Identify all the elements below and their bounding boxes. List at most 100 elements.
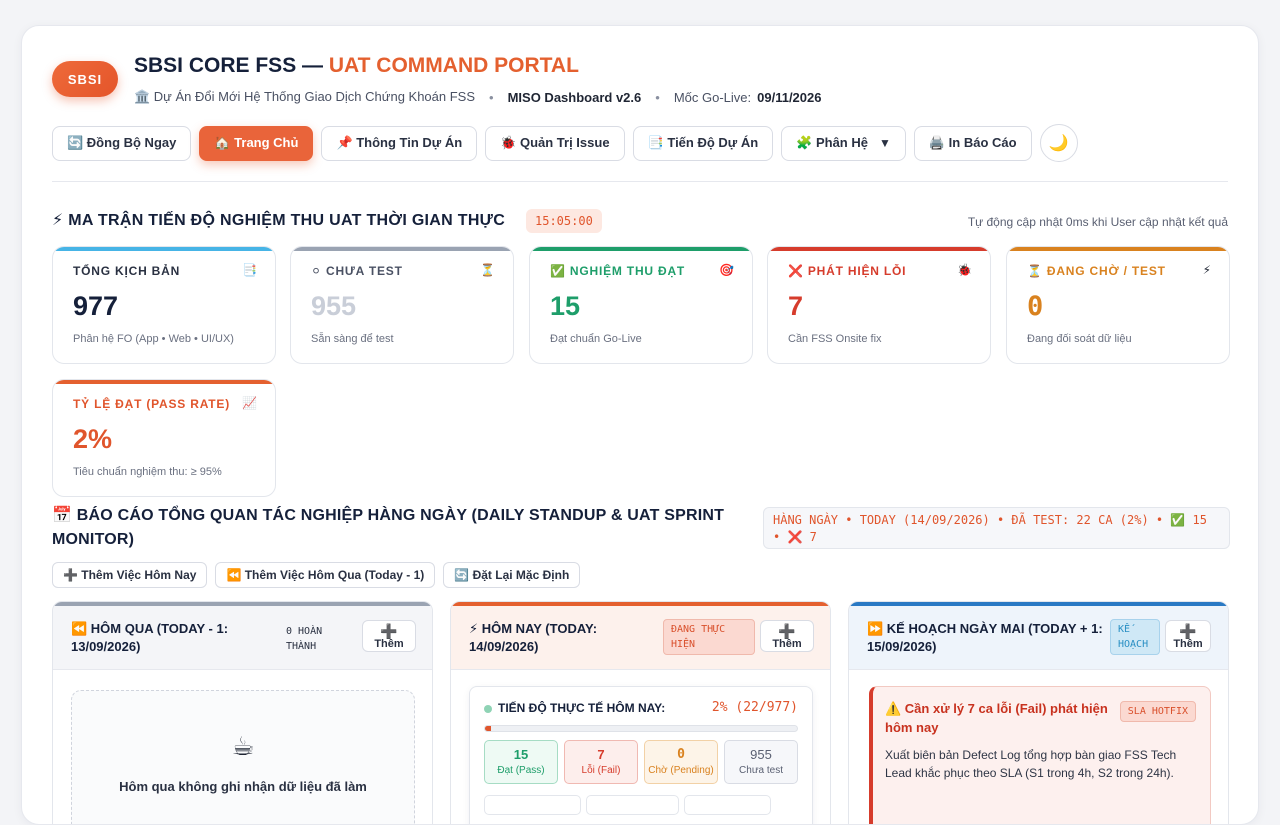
yesterday-done-badge: 0 HOÀN THÀNH: [286, 626, 323, 652]
yesterday-title: ⏪ HÔM QUA (TODAY - 1: 13/09/2026): [71, 621, 229, 654]
main-nav: 🔄 Đồng Bộ Ngay 🏠 Trang Chủ 📌 Thông Tin D…: [52, 124, 1078, 162]
today-progress-card: TIẾN ĐỘ THỰC TẾ HÔM NAY: 2% (22/977) 15 …: [469, 686, 813, 824]
tomorrow-header: ⏩ KẾ HOẠCH NGÀY MAI (TODAY + 1: 15/09/20…: [849, 606, 1228, 670]
project-progress-button[interactable]: 📑 Tiến Độ Dự Án: [632, 125, 774, 161]
page-title: SBSI CORE FSS — UAT COMMAND PORTAL: [134, 54, 579, 78]
task-chip: [684, 795, 771, 815]
print-report-button[interactable]: 🖨️ In Báo Cáo: [913, 125, 1032, 161]
empty-state-text: Hôm qua không ghi nhận dữ liệu đã làm: [119, 779, 367, 794]
kpi-pending: ⏳ ĐANG CHỜ / TEST ⚡ 0 Đang đối soát dữ l…: [1006, 246, 1230, 364]
progress-bar: [484, 725, 798, 732]
reset-default-button[interactable]: 🔄 Đặt Lại Mặc Định: [443, 562, 581, 588]
plus-icon: ➕: [1179, 623, 1197, 639]
stat-label: Chờ (Pending): [648, 765, 714, 776]
daily-status-badge: HÀNG NGÀY • TODAY (14/09/2026) • ĐÃ TEST…: [763, 507, 1230, 549]
task-chip: [484, 795, 581, 815]
stat-pass: 15 Đạt (Pass): [484, 740, 558, 784]
page-subtitle: 🏛️ Dự Án Đổi Mới Hệ Thống Giao Dịch Chứn…: [134, 89, 821, 105]
add-today-task-button[interactable]: ➕ Thêm Việc Hôm Nay: [52, 562, 208, 588]
kpi-note: Đạt chuẩn Go-Live: [550, 333, 642, 345]
kpi-label: ❌ PHÁT HIỆN LỖI: [788, 264, 907, 278]
home-button[interactable]: 🏠 Trang Chủ: [199, 125, 314, 161]
header-divider: [52, 181, 1228, 182]
coffee-icon: ☕: [231, 731, 255, 761]
kpi-label: ⚪ CHƯA TEST: [311, 264, 403, 278]
kpi-label: TỶ LỆ ĐẠT (PASS RATE): [73, 397, 231, 411]
matrix-title: ⚡ MA TRẬN TIẾN ĐỘ NGHIỆM THU UAT THỜI GI…: [52, 212, 506, 229]
kpi-total-scripts: TỔNG KỊCH BẢN 📑 977 Phân hệ FO (App • We…: [52, 246, 276, 364]
alert-title: ⚠️ Cần xử lý 7 ca lỗi (Fail) phát hiện h…: [885, 701, 1108, 735]
stat-not-tested: 955 Chưa test: [724, 740, 798, 784]
kpi-defects: ❌ PHÁT HIỆN LỖI 🐞 7 Cần FSS Onsite fix: [767, 246, 991, 364]
stat-value: 7: [597, 747, 605, 762]
sync-button[interactable]: 🔄 Đồng Bộ Ngay: [52, 125, 192, 161]
add-label: Thêm: [374, 638, 404, 650]
progress-title: TIẾN ĐỘ THỰC TẾ HÔM NAY:: [498, 701, 666, 715]
title-accent: UAT COMMAND PORTAL: [328, 54, 579, 77]
kpi-value: 15: [550, 291, 581, 321]
live-clock: 15:05:00: [526, 209, 602, 233]
stat-value: 0: [677, 747, 685, 762]
plus-icon: ➕: [380, 623, 398, 639]
kpi-note: Tiêu chuẩn nghiệm thu: ≥ 95%: [73, 466, 222, 478]
modules-label: 🧩 Phân Hệ: [796, 135, 868, 150]
kpi-value: 977: [73, 291, 119, 321]
kpi-note: Sẵn sàng để test: [311, 333, 394, 345]
tomorrow-add-button[interactable]: ➕ Thêm: [1165, 620, 1211, 652]
tomorrow-column: ⏩ KẾ HOẠCH NGÀY MAI (TODAY + 1: 15/09/20…: [848, 601, 1229, 824]
moon-icon[interactable]: 🌙: [1039, 124, 1078, 162]
plus-icon: ➕: [778, 623, 796, 639]
kpi-value: 955: [311, 291, 357, 321]
sbsi-logo: SBSI: [52, 61, 118, 97]
kpi-not-tested: ⚪ CHƯA TEST ⏳ 955 Sẵn sàng để test: [290, 246, 514, 364]
kpi-note: Cần FSS Onsite fix: [788, 333, 882, 345]
kpi-label: ⏳ ĐANG CHỜ / TEST: [1027, 264, 1166, 278]
tomorrow-plan-badge: KẾ HOẠCH: [1110, 619, 1160, 655]
tomorrow-title: ⏩ KẾ HOẠCH NGÀY MAI (TODAY + 1: 15/09/20…: [867, 621, 1103, 654]
kpi-accepted: ✅ NGHIỆM THU ĐẠT 🎯 15 Đạt chuẩn Go-Live: [529, 246, 753, 364]
today-in-progress-badge: ĐANG THỰC HIỆN: [663, 619, 755, 655]
stat-label: Lỗi (Fail): [581, 765, 621, 776]
today-title: ⚡ HÔM NAY (TODAY: 14/09/2026): [469, 621, 598, 654]
bug-icon: 🐞: [957, 263, 972, 277]
today-add-button[interactable]: ➕ Thêm: [760, 620, 814, 652]
progress-value: 2% (22/977): [711, 700, 798, 715]
yesterday-header: ⏪ HÔM QUA (TODAY - 1: 13/09/2026) 0 HOÀN…: [53, 606, 432, 670]
subtitle-dashboard: MISO Dashboard v2.6: [507, 89, 642, 105]
yesterday-column: ⏪ HÔM QUA (TODAY - 1: 13/09/2026) 0 HOÀN…: [52, 601, 433, 824]
lightning-icon: ⚡: [1202, 263, 1211, 277]
issue-management-button[interactable]: 🐞 Quản Trị Issue: [485, 125, 625, 161]
kpi-label: TỔNG KỊCH BẢN: [73, 264, 181, 278]
hotfix-alert: ⚠️ Cần xử lý 7 ca lỗi (Fail) phát hiện h…: [869, 686, 1211, 824]
stat-fail: 7 Lỗi (Fail): [564, 740, 638, 784]
document-icon: 📑: [242, 263, 257, 277]
kpi-value: 2%: [73, 424, 113, 454]
kpi-note: Đang đối soát dữ liệu: [1027, 333, 1132, 345]
yesterday-add-button[interactable]: ➕ Thêm: [362, 620, 416, 652]
daily-actions: ➕ Thêm Việc Hôm Nay ⏪ Thêm Việc Hôm Qua …: [52, 562, 581, 588]
daily-report-title: 📅 BÁO CÁO TỔNG QUAN TÁC NGHIỆP HÀNG NGÀY…: [52, 507, 725, 548]
chart-up-icon: 📈: [242, 396, 257, 410]
stat-value: 15: [513, 747, 529, 762]
alert-body: Xuất biên bản Defect Log tổng hợp bàn gi…: [885, 748, 1177, 780]
kpi-value: 7: [788, 291, 804, 321]
target-icon: 🎯: [719, 263, 734, 277]
add-label: Thêm: [1173, 638, 1203, 650]
title-main: SBSI CORE FSS —: [134, 54, 324, 77]
kpi-note: Phân hệ FO (App • Web • UI/UX): [73, 333, 234, 345]
modules-dropdown[interactable]: 🧩 Phân Hệ ▼: [781, 125, 906, 161]
kpi-label: ✅ NGHIỆM THU ĐẠT: [550, 264, 686, 278]
add-yesterday-task-button[interactable]: ⏪ Thêm Việc Hôm Qua (Today - 1): [215, 562, 436, 588]
chevron-down-icon: ▼: [878, 136, 891, 150]
golive-date: 09/11/2026: [757, 89, 822, 105]
separator-dot: •: [655, 89, 660, 105]
auto-update-note: Tự động cập nhật 0ms khi User cập nhật k…: [967, 215, 1228, 229]
stat-label: Đạt (Pass): [497, 765, 545, 776]
project-info-button[interactable]: 📌 Thông Tin Dự Án: [321, 125, 478, 161]
kpi-pass-rate: TỶ LỆ ĐẠT (PASS RATE) 📈 2% Tiêu chuẩn ng…: [52, 379, 276, 497]
today-column: ⚡ HÔM NAY (TODAY: 14/09/2026) ĐANG THỰC …: [450, 601, 831, 824]
status-dot: [484, 705, 492, 713]
task-chip: [586, 795, 679, 815]
yesterday-empty-state: ☕ Hôm qua không ghi nhận dữ liệu đã làm: [71, 690, 415, 824]
progress-bar-fill: [485, 726, 492, 731]
